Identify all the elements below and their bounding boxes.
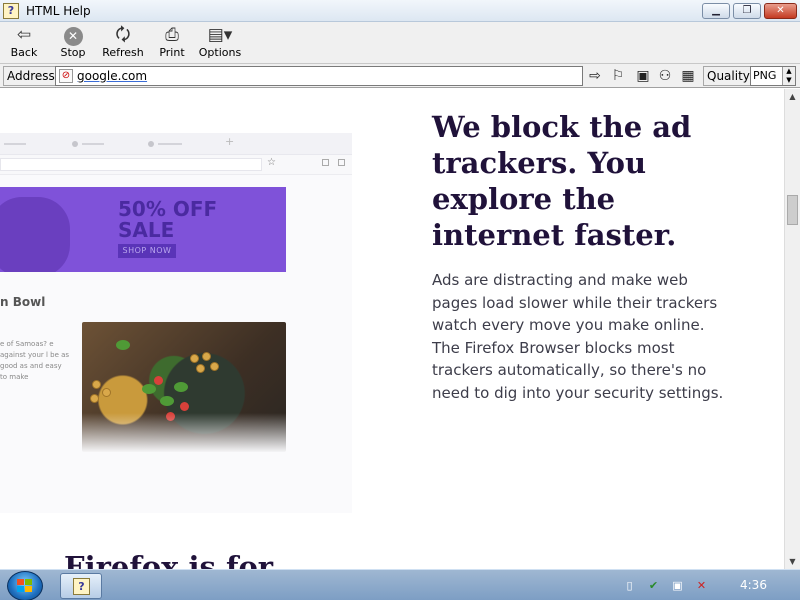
maximize-button[interactable]: ❐ [733,3,761,19]
photo-chickpea [210,362,219,371]
quality-label: Quality [703,66,754,86]
mock-sale-banner: 50% OFF SALE SHOP NOW [0,187,286,272]
address-bar: Address ⊘ ⇨ ⚐ ▣ ⚇ ▦ Quality PNG ▲▼ [0,64,800,88]
help-file-icon: ? [3,3,19,19]
minimize-button[interactable]: ▁ [702,3,730,19]
title-bar: ? HTML Help ▁ ❐ ✕ [0,0,800,22]
mock-tab [82,143,104,145]
mock-star-icon: ☆ [267,157,276,168]
mock-tab-dot [148,141,154,147]
close-button[interactable]: ✕ [764,3,797,19]
page-icon: ⊘ [59,69,73,83]
back-label: Back [10,46,38,59]
mock-shield-icon [322,159,329,166]
mock-new-tab-icon: + [225,135,235,148]
quality-value: PNG [753,69,777,82]
address-input[interactable] [77,68,577,84]
window-title: HTML Help [26,4,91,18]
tray-security-icon[interactable]: ✔ [646,578,661,593]
options-button[interactable]: ▤▾ Options [198,24,242,62]
section-heading: Firefox is for [64,550,274,569]
options-icon: ▤▾ [207,25,233,45]
stop-button[interactable]: ✕ Stop [56,24,90,62]
refresh-button[interactable]: 🗘 Refresh [102,24,144,62]
back-button[interactable]: ⇦ Back [6,24,42,62]
photo-greens [160,396,174,406]
mock-url-field [0,158,262,171]
windows-logo-icon [17,579,33,593]
mock-shop-now-button: SHOP NOW [118,244,176,258]
address-label: Address [3,66,59,86]
scroll-up-icon[interactable]: ▲ [785,89,800,104]
mock-banner-figure [0,197,70,272]
taskbar-html-help-button[interactable]: ? [60,573,102,599]
photo-chickpea [90,394,99,403]
stop-icon: ✕ [56,24,90,46]
mock-recipe-text: e of Samoas? e against your l be as good… [0,340,70,381]
photo-chickpea [196,364,205,373]
mock-menu-icon [338,159,345,166]
photo-greens [174,382,188,392]
bookmark-icon[interactable]: ⚐ [609,67,627,85]
mock-tab-strip: + [0,133,352,155]
mock-sale-text: 50% OFF SALE [118,197,218,242]
scroll-down-icon[interactable]: ▼ [785,554,800,569]
photo-chickpea [190,354,199,363]
start-button[interactable] [7,571,43,600]
photo-greens [142,384,156,394]
scroll-thumb[interactable] [787,195,798,225]
mock-recipe-heading: n Bowl [0,295,46,309]
back-arrow-icon: ⇦ [16,25,32,45]
browser-mock-illustration: + ☆ 50% OFF SALE SHOP NOW n Bowl e of Sa… [0,133,352,513]
mock-photo-fade [82,413,286,453]
mock-tab-dot [72,141,78,147]
photo-tomato [180,402,189,411]
photo-chickpea [102,388,111,397]
printer-icon: ⎙ [165,25,179,45]
help-file-icon: ? [73,578,90,595]
page-content: + ☆ 50% OFF SALE SHOP NOW n Bowl e of Sa… [0,89,784,569]
tray-document-icon[interactable]: ▯ [622,578,637,593]
hero-body: Ads are distracting and make web pages l… [432,271,724,402]
photo-chickpea [92,380,101,389]
stop-label: Stop [60,46,86,59]
go-arrow-icon[interactable]: ⇨ [586,67,604,85]
mock-tab [158,143,182,145]
photo-greens [116,340,130,350]
tray-volume-muted-icon[interactable]: ✕ [694,578,709,593]
clock[interactable]: 4:36 [740,578,767,592]
address-field[interactable]: ⊘ [55,66,583,86]
tray-network-icon[interactable]: ▣ [670,578,685,593]
print-label: Print [159,46,185,59]
save-page-icon[interactable]: ▣ [634,67,652,85]
hero-title: We block the ad trackers. You explore th… [432,110,692,252]
options-label: Options [198,46,242,59]
quality-select[interactable]: PNG ▲ ▼ [750,66,796,86]
vertical-scrollbar[interactable]: ▲ ▼ [784,89,800,569]
refresh-icon: 🗘 [115,25,131,45]
binoculars-icon[interactable]: ⚇ [656,67,674,85]
mock-url-bar: ☆ [0,155,352,175]
quality-spin-icon[interactable]: ▲ ▼ [782,67,795,85]
photo-chickpea [202,352,211,361]
refresh-label: Refresh [102,46,144,59]
mock-tab [4,143,26,145]
toolbar: ⇦ Back ✕ Stop 🗘 Refresh ⎙ Print ▤▾ Optio… [0,22,800,64]
print-button[interactable]: ⎙ Print [156,24,188,62]
photo-tomato [154,376,163,385]
taskbar: ? ▯ ✔ ▣ ✕ 4:36 [0,569,800,600]
clipboard-icon[interactable]: ▦ [679,67,697,85]
